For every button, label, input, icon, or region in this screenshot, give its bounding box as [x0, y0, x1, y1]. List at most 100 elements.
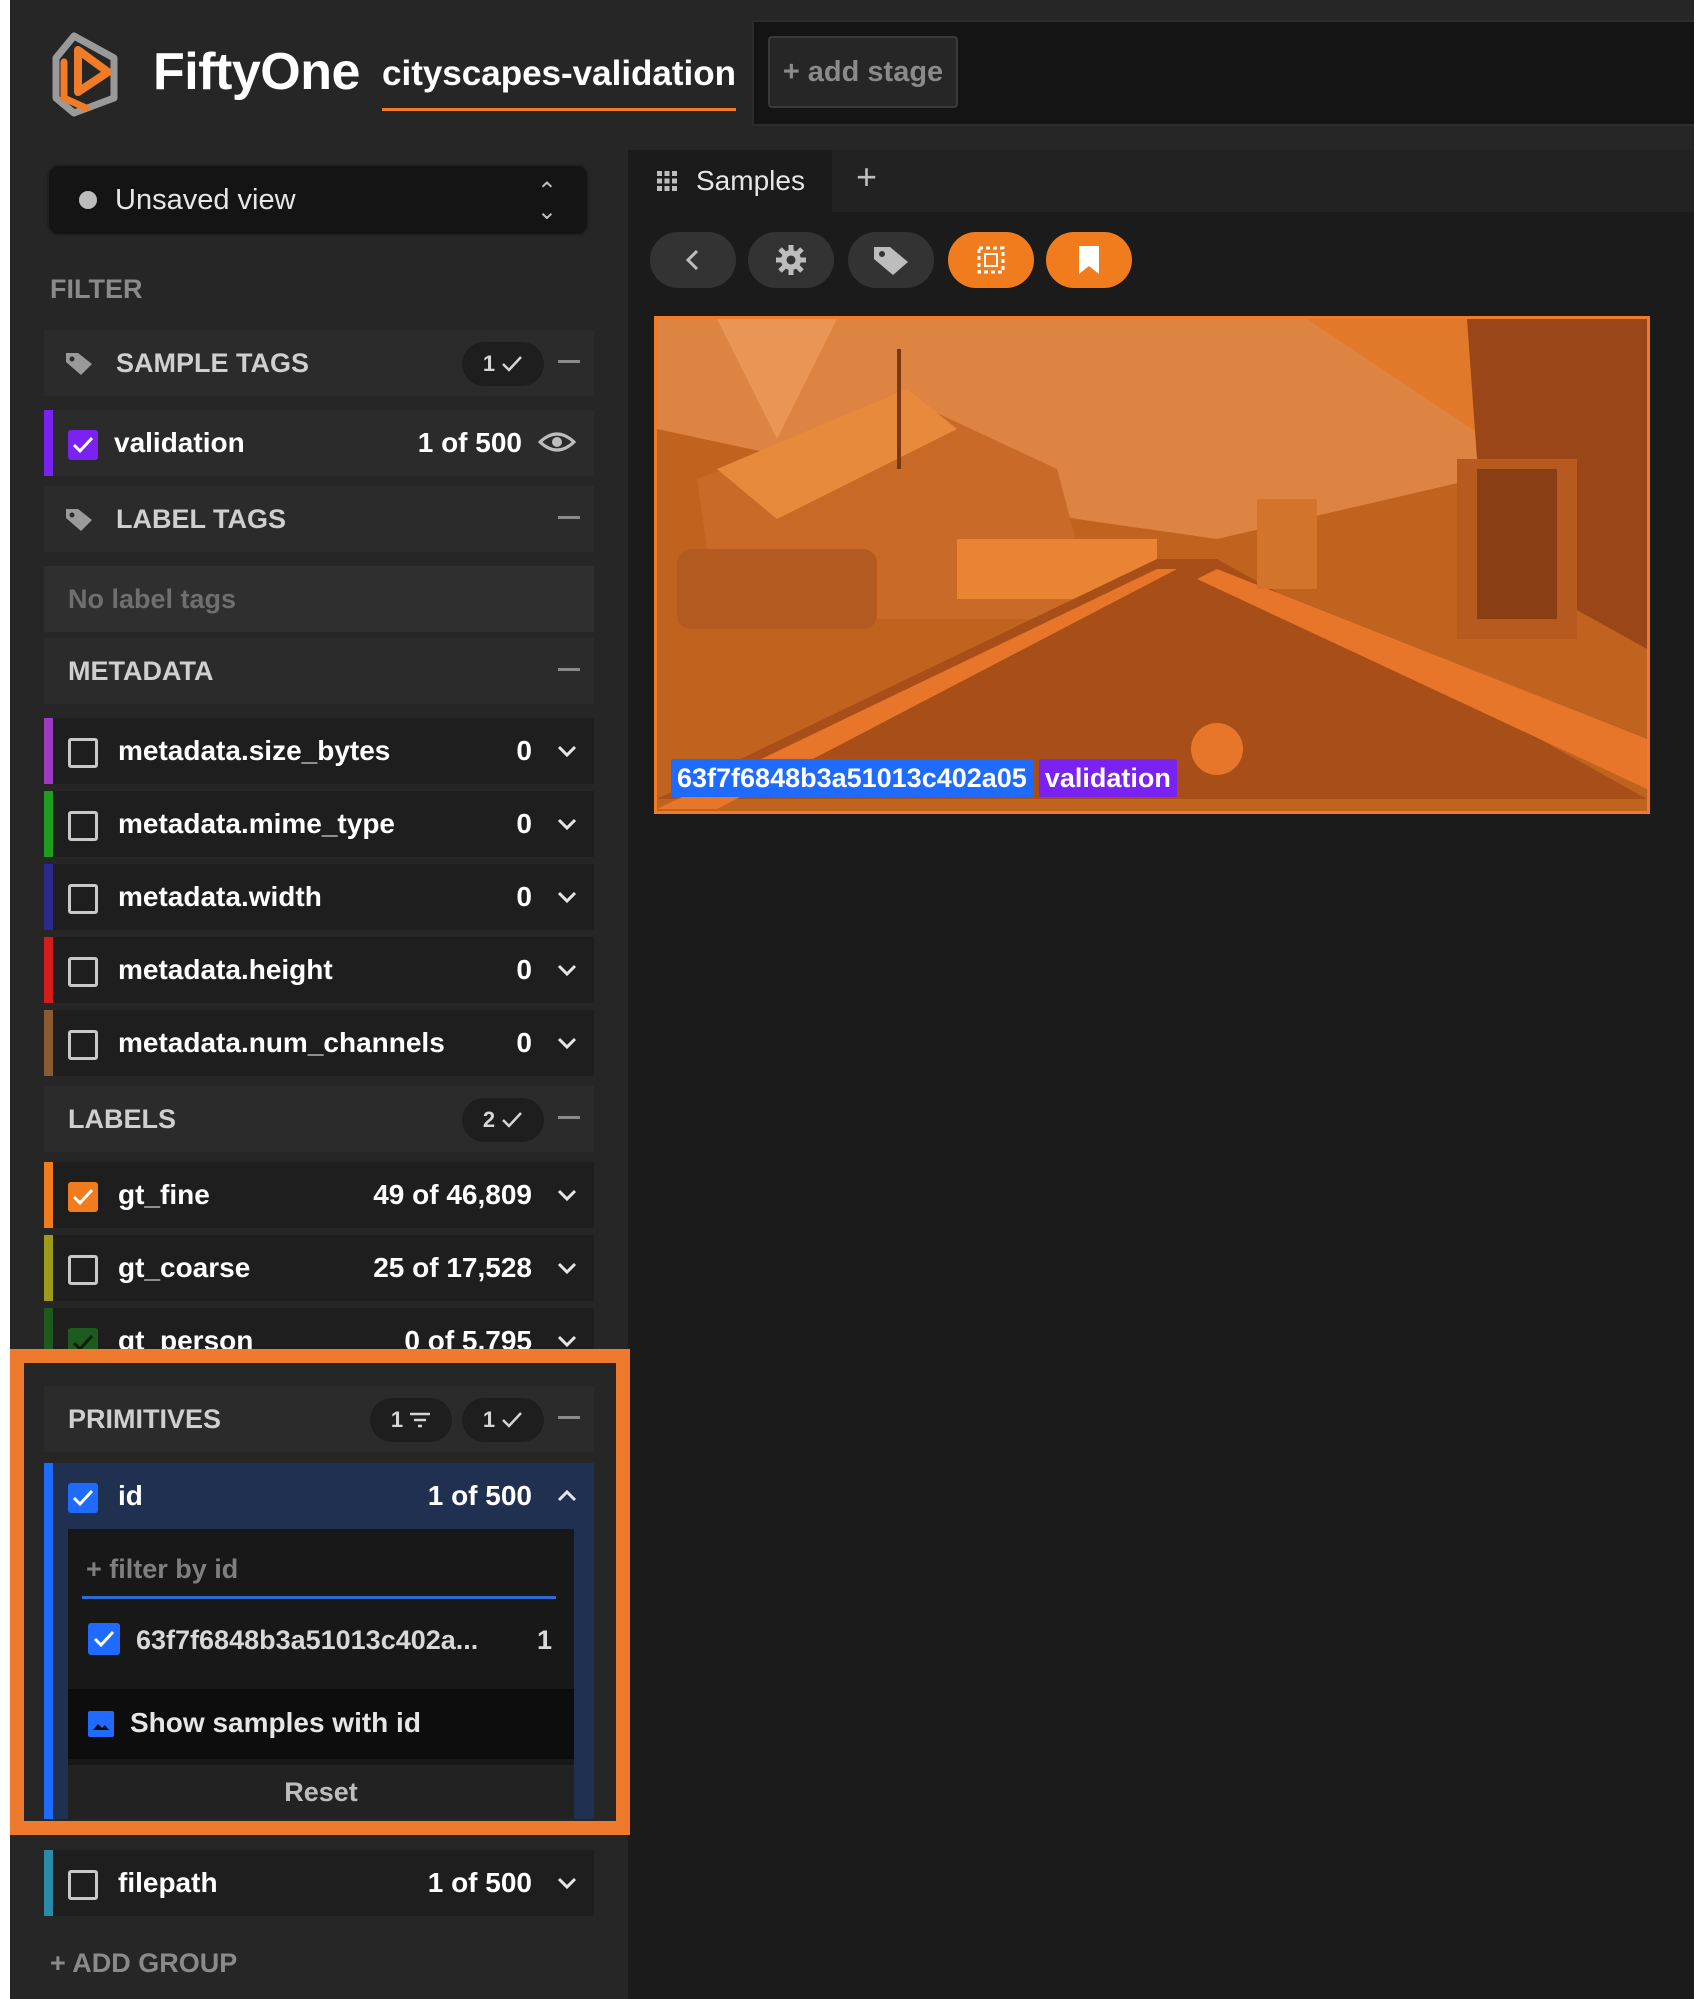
- grid-icon: [657, 171, 677, 191]
- field-checkbox[interactable]: [68, 811, 98, 841]
- tag-count: 1 of 500: [417, 427, 522, 458]
- sample-tag-row-validation[interactable]: validation 1 of 500: [44, 410, 594, 476]
- bookmark-button[interactable]: [1046, 232, 1132, 288]
- field-count: 0: [516, 735, 532, 766]
- field-checkbox[interactable]: [68, 884, 98, 914]
- primitives-label: PRIMITIVES: [68, 1403, 222, 1434]
- chevron-left-icon: [685, 249, 699, 271]
- field-row-id[interactable]: id 1 of 500: [44, 1463, 594, 1529]
- saved-view-selector[interactable]: Unsaved view ⌃ ⌄: [47, 164, 589, 236]
- app-window: FiftyOne cityscapes-validation + add sta…: [10, 0, 1694, 1999]
- chevron-down-icon[interactable]: [556, 1872, 578, 1894]
- eye-icon[interactable]: [538, 430, 576, 454]
- add-panel-icon[interactable]: +: [856, 156, 877, 198]
- field-checkbox[interactable]: [68, 1030, 98, 1060]
- validation-checkbox[interactable]: [68, 430, 98, 460]
- primitives-filter-pill[interactable]: 1: [370, 1398, 452, 1442]
- check-icon: [72, 436, 94, 454]
- collapse-icon[interactable]: [558, 668, 580, 671]
- metadata-group-header[interactable]: METADATA: [44, 638, 594, 704]
- check-icon: [502, 1412, 523, 1428]
- primitives-group-header[interactable]: PRIMITIVES 1 1: [44, 1386, 594, 1452]
- tag-button[interactable]: [848, 232, 934, 288]
- field-checkbox[interactable]: [68, 738, 98, 768]
- sample-tags-selected-pill[interactable]: 1: [462, 342, 544, 386]
- field-row-metadata-size-bytes[interactable]: metadata.size_bytes 0: [44, 718, 594, 784]
- field-row-metadata-height[interactable]: metadata.height 0: [44, 937, 594, 1003]
- field-checkbox[interactable]: [68, 1255, 98, 1285]
- sidebar: Unsaved view ⌃ ⌄ FILTER SAMPLE TAGS 1 val…: [10, 150, 630, 1999]
- tab-samples[interactable]: Samples: [632, 150, 832, 212]
- field-count: 0: [516, 954, 532, 985]
- field-name: metadata.size_bytes: [118, 735, 391, 766]
- reset-button[interactable]: Reset: [68, 1765, 574, 1819]
- collapse-icon[interactable]: [558, 360, 580, 363]
- primitives-selected-pill[interactable]: 1: [462, 1398, 544, 1442]
- field-checkbox[interactable]: [68, 957, 98, 987]
- field-count: 25 of 17,528: [373, 1252, 532, 1283]
- chevron-down-icon[interactable]: [556, 813, 578, 835]
- check-icon: [72, 1188, 94, 1206]
- field-row-metadata-num-channels[interactable]: metadata.num_channels 0: [44, 1010, 594, 1076]
- view-status-dot: [79, 191, 97, 209]
- chevron-down-icon[interactable]: [556, 1330, 578, 1352]
- id-value-row[interactable]: 63f7f6848b3a51013c402a... 1: [82, 1619, 562, 1669]
- chevron-down-icon[interactable]: [556, 1257, 578, 1279]
- tag-icon: [66, 509, 92, 531]
- filter-icon: [410, 1412, 431, 1428]
- color-bar: [44, 937, 53, 1003]
- collapse-icon[interactable]: [558, 1116, 580, 1119]
- updown-chevron-icon: ⌃ ⌄: [536, 178, 557, 225]
- label-tags-group-header[interactable]: LABEL TAGS: [44, 486, 594, 552]
- color-bar: [44, 1235, 53, 1301]
- view-stage-bar[interactable]: + add stage: [752, 20, 1694, 126]
- field-row-metadata-mime-type[interactable]: metadata.mime_type 0: [44, 791, 594, 857]
- show-samples-label: Show samples with id: [130, 1707, 421, 1738]
- dataset-selector[interactable]: cityscapes-validation: [382, 54, 737, 111]
- field-row-gt-fine[interactable]: gt_fine 49 of 46,809: [44, 1162, 594, 1228]
- chevron-down-icon[interactable]: [556, 959, 578, 981]
- select-region-button[interactable]: [948, 232, 1034, 288]
- id-filter-panel: + filter by id 63f7f6848b3a51013c402a...…: [44, 1529, 594, 1819]
- field-checkbox[interactable]: [68, 1483, 98, 1513]
- chevron-down-icon[interactable]: [556, 740, 578, 762]
- field-name: metadata.mime_type: [118, 808, 396, 839]
- field-checkbox[interactable]: [68, 1870, 98, 1900]
- app-title: FiftyOne: [153, 43, 360, 101]
- sample-tags-group-header[interactable]: SAMPLE TAGS 1: [44, 330, 594, 396]
- tag-icon: [66, 353, 92, 375]
- field-count: 1 of 500: [427, 1867, 532, 1898]
- field-name: gt_fine: [118, 1179, 210, 1210]
- show-samples-toggle[interactable]: Show samples with id: [68, 1689, 574, 1759]
- field-checkbox[interactable]: [68, 1182, 98, 1212]
- field-row-metadata-width[interactable]: metadata.width 0: [44, 864, 594, 930]
- id-value-checkbox[interactable]: [88, 1623, 120, 1655]
- field-count: 1 of 500: [427, 1480, 532, 1511]
- add-stage-button[interactable]: + add stage: [768, 36, 958, 108]
- chevron-down-icon[interactable]: [556, 886, 578, 908]
- fiftyone-logo[interactable]: [44, 28, 134, 118]
- color-bar: [44, 1162, 53, 1228]
- header: FiftyOne cityscapes-validation + add sta…: [10, 0, 1694, 150]
- field-name: id: [118, 1480, 143, 1511]
- label-tags-label: LABEL TAGS: [116, 503, 287, 534]
- labels-group-header[interactable]: LABELS 2: [44, 1086, 594, 1152]
- collapse-icon[interactable]: [558, 516, 580, 519]
- field-count: 0: [516, 1027, 532, 1058]
- field-row-gt-coarse[interactable]: gt_coarse 25 of 17,528: [44, 1235, 594, 1301]
- settings-button[interactable]: [748, 232, 834, 288]
- add-group-button[interactable]: + ADD GROUP: [50, 1948, 237, 1979]
- filter-by-id-input[interactable]: + filter by id: [82, 1549, 556, 1599]
- sample-card[interactable]: 63f7f6848b3a51013c402a05 validation: [654, 316, 1650, 814]
- chevron-down-icon[interactable]: [556, 1184, 578, 1206]
- sample-id-chip: 63f7f6848b3a51013c402a05: [671, 759, 1033, 797]
- chevron-up-icon[interactable]: [556, 1485, 578, 1507]
- labels-selected-pill[interactable]: 2: [462, 1098, 544, 1142]
- back-button[interactable]: [650, 232, 736, 288]
- sample-tags-label: SAMPLE TAGS: [116, 347, 310, 378]
- field-row-filepath[interactable]: filepath 1 of 500: [44, 1850, 594, 1916]
- chevron-down-icon[interactable]: [556, 1032, 578, 1054]
- field-count: 0: [516, 808, 532, 839]
- sample-tags-selected-count: 1: [482, 351, 496, 376]
- collapse-icon[interactable]: [558, 1416, 580, 1419]
